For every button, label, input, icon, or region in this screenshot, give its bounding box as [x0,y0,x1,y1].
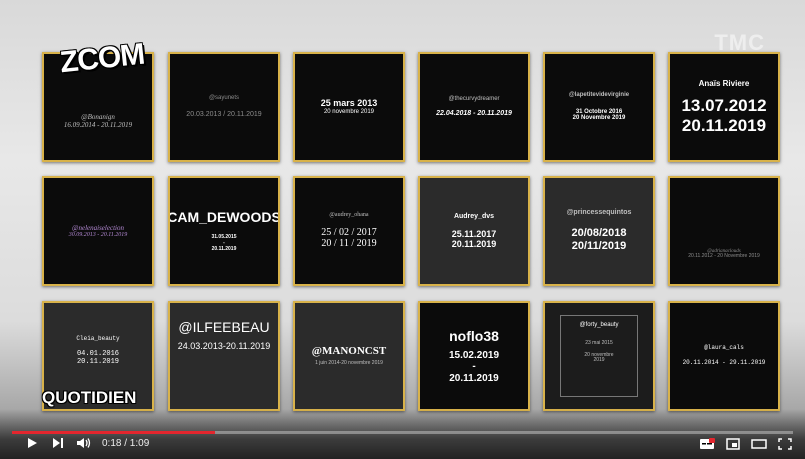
tile-handle: CAM_DEWOODS [168,209,280,226]
tile-handle: @princessequintos [566,209,632,217]
tile-date-start: 25 / 02 / 2017 [321,226,377,238]
tile-dates: 24.03.2013-20.11.2019 [177,341,271,352]
next-icon[interactable] [48,434,68,452]
tile-handle: @thecurvydreamer [448,95,500,102]
instagram-tile: @forty_beauty 23 mai 2015 20 novembre 20… [543,301,655,411]
tile-date-start: 31 Octobre 2016 [575,108,623,115]
tile-date-end: 20 / 11 / 2019 [321,238,377,250]
instagram-tile: Anaïs Riviere 13.07.2012 20.11.2019 [668,52,780,162]
tile-date-end: 20 Novembre 2019 [572,115,626,122]
tile-date-end: 20.11.2019 [211,245,237,252]
tile-handle: @nelenaiselection [72,223,124,232]
theater-mode-icon[interactable] [749,435,769,453]
tile-dates: 20.11.2012 - 20 Novembre 2019 [688,253,760,260]
tile-date-start: 04.01.2016 [76,350,119,359]
tile-handle: @ILFEEBEAU [178,319,270,335]
instagram-tile: @thecurvydreamer 22.04.2018 - 20.11.2019 [418,52,530,162]
tile-date-end: 20.11.2019 [451,239,497,250]
tile-dates: 20.03.2013 / 20.11.2019 [186,111,262,119]
instagram-tile: @audrey_ohana 25 / 02 / 2017 20 / 11 / 2… [293,176,405,286]
player-controls: 0:18 / 1:09 [0,409,805,459]
instagram-tile: @adrianaclouds 20.11.2012 - 20 Novembre … [668,176,780,286]
tile-inner-frame: @forty_beauty 23 mai 2015 20 novembre 20… [560,315,638,397]
tile-dates: 16.09.2014 - 20.11.2019 [63,121,133,129]
tile-date-end: 20.11.2019 [681,115,767,135]
tile-handle: Audrey_dvs [453,212,495,220]
tile-handle: @Bonanign [81,112,115,121]
tile-dates: 30.09.2013 - 20.11.2019 [68,231,128,238]
tile-handle: @sayunets [208,94,240,101]
volume-icon[interactable] [74,434,94,452]
instagram-tile: @nelenaiselection 30.09.2013 - 20.11.201… [42,176,154,286]
tile-date-end: 20/11/2019 [571,240,627,253]
tile-date-start: 15.02.2019 [448,349,500,361]
instagram-tile: 25 mars 2013 20 novembre 2019 [293,52,405,162]
instagram-tile: @MANONCST 1 juin 2014-20 novembre 2019 [293,301,405,411]
tile-date-end: 20.11.2019 [449,372,499,384]
play-icon[interactable] [22,434,42,452]
right-controls [697,435,795,453]
tile-date-start: 13.07.2012 [681,96,767,116]
instagram-tile: Audrey_dvs 25.11.2017 20.11.2019 [418,176,530,286]
miniplayer-icon[interactable] [723,435,743,453]
tile-name: Anaïs Riviere [698,78,750,88]
tile-handle: @laura_cals [704,344,744,352]
time-display: 0:18 / 1:09 [102,437,150,449]
subtitles-icon[interactable] [697,435,717,453]
tile-date-end: 20 novembre 2019 [323,108,375,115]
tile-date-year: 2019 [593,357,605,364]
tile-date-start: 25.11.2017 [451,228,497,239]
control-row: 0:18 / 1:09 [0,433,805,453]
instagram-tile: @ILFEEBEAU 24.03.2013-20.11.2019 [168,301,280,411]
instagram-tile: @sayunets 20.03.2013 / 20.11.2019 [168,52,280,162]
tile-handle: @MANONCST [311,344,387,357]
tile-dates: 22.04.2018 - 20.11.2019 [436,110,512,118]
tile-date-start: 23 mai 2015 [585,339,613,346]
instagram-tile: @laura_cals 20.11.2014 - 29.11.2019 [668,301,780,411]
video-player[interactable]: @Bonanign 16.09.2014 - 20.11.2019 @sayun… [0,0,805,459]
tile-date-start: 25 mars 2013 [320,98,378,109]
instagram-tile: CAM_DEWOODS 31.05.2015 - 20.11.2019 [168,176,280,286]
tile-date-end: 20.11.2019 [76,358,119,367]
quotidien-logo: QUOTIDIEN [42,388,137,407]
tmc-logo: TMC [714,30,765,55]
tile-dates: 1 juin 2014-20 novembre 2019 [315,360,383,367]
tile-handle: @audrey_ohana [329,212,369,219]
tile-dates: 20.11.2014 - 29.11.2019 [682,359,766,366]
tile-handle: @forty_beauty [579,322,619,328]
instagram-tile: noflo38 15.02.2019 - 20.11.2019 [418,301,530,411]
instagram-tile: @princessequintos 20/08/2018 20/11/2019 [543,176,655,286]
tile-handle: @lapetitevidevirginie [568,91,630,98]
video-frame[interactable]: @Bonanign 16.09.2014 - 20.11.2019 @sayun… [0,0,805,459]
instagram-tile: @lapetitevidevirginie 31 Octobre 2016 20… [543,52,655,162]
tile-date-start: 20/08/2018 [571,227,627,240]
tile-separator: - [472,361,476,373]
fullscreen-icon[interactable] [775,435,795,453]
tile-handle: noflo38 [449,327,499,344]
tile-handle: Cleia_beauty [76,334,120,342]
